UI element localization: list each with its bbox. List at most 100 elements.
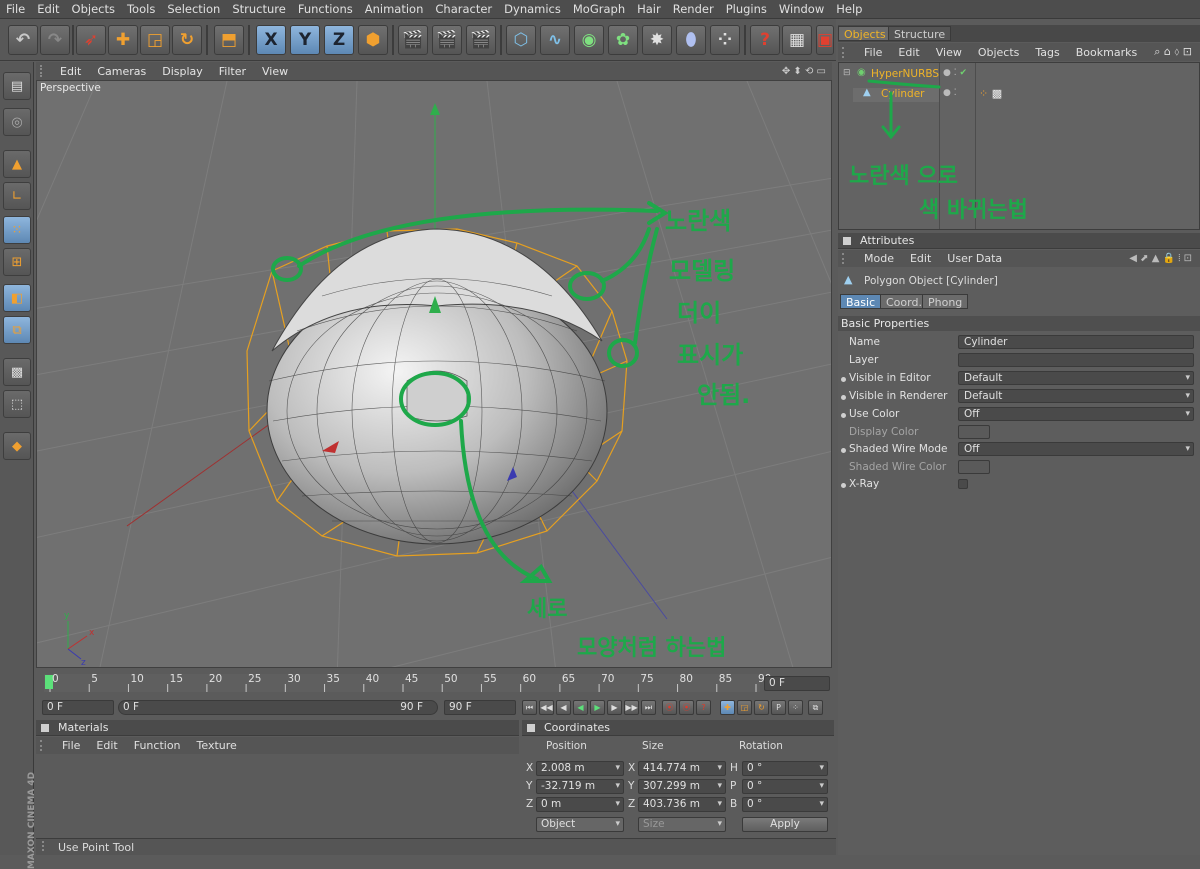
materials-area[interactable]	[36, 755, 519, 837]
start-frame-field[interactable]: 0 F	[42, 700, 114, 715]
tab-structure[interactable]: Structure	[888, 26, 952, 41]
tab-phong[interactable]: Phong	[922, 294, 969, 309]
render-settings-icon[interactable]: 🎬	[466, 25, 496, 55]
viewport-menu-display[interactable]: Display	[154, 65, 211, 78]
nurbs-icon[interactable]: ◉	[574, 25, 604, 55]
display-color-swatch[interactable]	[958, 425, 990, 439]
autokey-icon[interactable]: ⦿	[679, 700, 694, 715]
materials-menu-file[interactable]: File	[54, 739, 88, 752]
z-axis-lock-button[interactable]: Z	[324, 25, 354, 55]
menu-hair[interactable]: Hair	[631, 2, 667, 16]
record-icon[interactable]: ⦿	[662, 700, 677, 715]
make-editable-icon[interactable]: ◎	[3, 108, 31, 136]
next-frame-icon[interactable]: ▶	[607, 700, 622, 715]
attributes-menu-edit[interactable]: Edit	[902, 252, 939, 265]
scene-object-icon[interactable]: ⬮	[676, 25, 706, 55]
key-scale-icon[interactable]: ◲	[737, 700, 752, 715]
redo-icon[interactable]: ↷	[40, 25, 70, 55]
tab-basic[interactable]: Basic	[840, 294, 882, 309]
workplane-icon[interactable]: ◆	[3, 432, 31, 460]
viewport-menu-view[interactable]: View	[254, 65, 296, 78]
current-frame-field[interactable]: 0 F	[764, 676, 830, 691]
materials-menu-texture[interactable]: Texture	[189, 739, 245, 752]
rotation-h-field[interactable]: 0 °	[742, 761, 828, 776]
size-mode-select[interactable]: Size	[638, 817, 726, 832]
go-start-icon[interactable]: ⏮	[522, 700, 537, 715]
play-icon[interactable]: ▶	[590, 700, 605, 715]
menu-selection[interactable]: Selection	[161, 2, 226, 16]
next-key-icon[interactable]: ▶▶	[624, 700, 639, 715]
help-icon[interactable]: ?	[750, 25, 780, 55]
tab-objects[interactable]: Objects	[838, 26, 892, 41]
objects-menu-file[interactable]: File	[856, 46, 890, 59]
objects-menu-bookmarks[interactable]: Bookmarks	[1068, 46, 1145, 59]
viewport-nav-icons[interactable]: ✥ ⬍ ⟲ ▭	[782, 66, 832, 77]
move-tool-icon[interactable]: ✚	[108, 25, 138, 55]
polygons-mode-icon[interactable]: ◧	[3, 284, 31, 312]
menu-dynamics[interactable]: Dynamics	[498, 2, 567, 16]
shaded-wire-color-swatch[interactable]	[958, 460, 990, 474]
x-axis-lock-button[interactable]: X	[256, 25, 286, 55]
checker-icon[interactable]: ▩	[3, 358, 31, 386]
key-param-icon[interactable]: P	[771, 700, 786, 715]
menu-objects[interactable]: Objects	[66, 2, 121, 16]
recent-tools-icon[interactable]: ⬒	[214, 25, 244, 55]
deformer-icon[interactable]: ✸	[642, 25, 672, 55]
rotation-b-field[interactable]: 0 °	[742, 797, 828, 812]
position-z-field[interactable]: 0 m	[536, 797, 624, 812]
materials-menu-function[interactable]: Function	[126, 739, 189, 752]
range-slider[interactable]: 0 F 90 F	[118, 700, 438, 715]
timeline-options-icon[interactable]: ⧉	[808, 700, 823, 715]
menu-tools[interactable]: Tools	[121, 2, 161, 16]
coordinate-mode-select[interactable]: Object	[536, 817, 624, 832]
go-end-icon[interactable]: ⏭	[641, 700, 656, 715]
particle-icon[interactable]: ⁘	[710, 25, 740, 55]
key-pla-icon[interactable]: ⁘	[788, 700, 803, 715]
render-view-icon[interactable]: 🎬	[398, 25, 428, 55]
attributes-nav-icons[interactable]: ◀ ⬈ ▲ 🔒 ⦙ ⊡	[1121, 253, 1200, 264]
objects-menu-objects[interactable]: Objects	[970, 46, 1028, 59]
array-icon[interactable]: ✿	[608, 25, 638, 55]
menu-functions[interactable]: Functions	[292, 2, 359, 16]
model-mode-icon[interactable]: ▲	[3, 150, 31, 178]
objects-menu-view[interactable]: View	[928, 46, 970, 59]
render-picture-viewer-icon[interactable]: 🎬	[432, 25, 462, 55]
prev-key-icon[interactable]: ◀◀	[539, 700, 554, 715]
points-mode-icon[interactable]: ⁙	[3, 216, 31, 244]
viewport-menu-filter[interactable]: Filter	[211, 65, 254, 78]
menu-edit[interactable]: Edit	[31, 2, 65, 16]
layout-icon[interactable]: ▦	[782, 25, 812, 55]
texture-mode-icon[interactable]: ⧉	[3, 316, 31, 344]
layout-switch-icon[interactable]: ▤	[3, 72, 31, 100]
menu-mograph[interactable]: MoGraph	[567, 2, 631, 16]
menu-structure[interactable]: Structure	[226, 2, 292, 16]
tweak-mode-icon[interactable]: ⬚	[3, 390, 31, 418]
materials-menu-edit[interactable]: Edit	[88, 739, 125, 752]
spline-icon[interactable]: ∿	[540, 25, 570, 55]
attributes-menu-userdata[interactable]: User Data	[939, 252, 1010, 265]
more-icon[interactable]: ▣	[816, 25, 834, 55]
menu-character[interactable]: Character	[429, 2, 498, 16]
prev-frame-icon[interactable]: ◀	[556, 700, 571, 715]
scale-tool-icon[interactable]: ◲	[140, 25, 170, 55]
visible-in-editor-select[interactable]: Default	[958, 371, 1194, 385]
name-field[interactable]: Cylinder	[958, 335, 1194, 349]
search-icon[interactable]: ⌕ ⌂ ⬨ ⊡	[1146, 45, 1200, 59]
object-list[interactable]: ⊟ ◉ HyperNURBS ● ⁚ ✔ ▲ Cylinder ● ⁚ ⁘ ▩ …	[838, 62, 1200, 230]
play-back-icon[interactable]: ◀	[573, 700, 588, 715]
size-y-field[interactable]: 307.299 m	[638, 779, 726, 794]
keyframe-selection-icon[interactable]: ?	[696, 700, 711, 715]
rotation-p-field[interactable]: 0 °	[742, 779, 828, 794]
key-position-icon[interactable]: ✚	[720, 700, 735, 715]
select-cursor-icon[interactable]: ➶	[76, 25, 106, 55]
attributes-menu-mode[interactable]: Mode	[856, 252, 902, 265]
objects-menu-edit[interactable]: Edit	[890, 46, 927, 59]
menu-window[interactable]: Window	[773, 2, 830, 16]
apply-button[interactable]: Apply	[742, 817, 828, 832]
size-x-field[interactable]: 414.774 m	[638, 761, 726, 776]
edges-mode-icon[interactable]: ⊞	[3, 248, 31, 276]
perspective-viewport[interactable]: y x z 노란색 모델링 더이 표시가 안됨. 세로 모양처럼 하는법	[36, 80, 832, 668]
end-frame-field[interactable]: 90 F	[444, 700, 516, 715]
menu-plugins[interactable]: Plugins	[720, 2, 773, 16]
rotate-tool-icon[interactable]: ↻	[172, 25, 202, 55]
